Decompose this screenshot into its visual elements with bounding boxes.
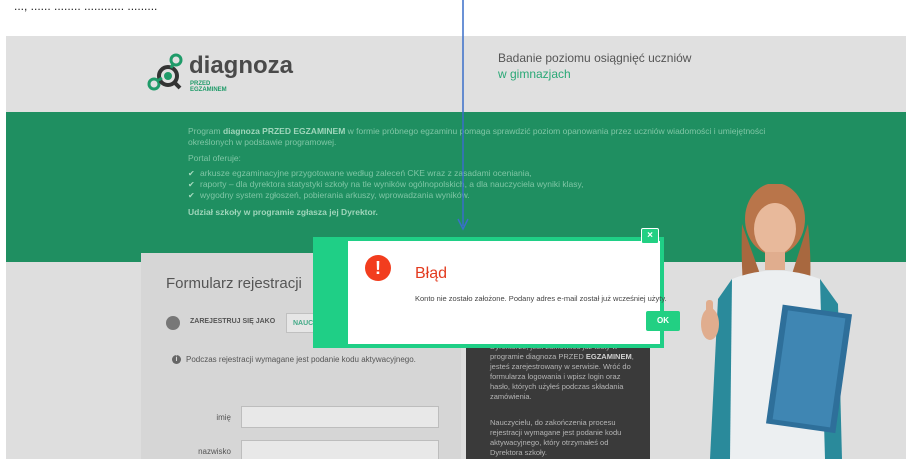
last-name-label: nazwisko <box>198 447 231 456</box>
first-name-label: imię <box>216 413 231 422</box>
info-icon: i <box>172 355 181 364</box>
error-dialog: ! Błąd Konto nie zostało założone. Podan… <box>313 237 680 348</box>
activation-info-text: Podczas rejestracji wymagane jest podani… <box>186 355 416 364</box>
close-icon[interactable]: × <box>641 228 659 244</box>
activation-info: i Podczas rejestracji wymagane jest poda… <box>172 355 426 365</box>
last-name-field[interactable] <box>241 440 439 459</box>
first-name-field[interactable] <box>241 406 439 428</box>
exclamation-icon: ! <box>365 255 391 281</box>
ok-button[interactable]: OK <box>646 311 680 331</box>
annotation-arrow <box>457 0 469 231</box>
side-panel-para1: Dyrektorze, jeśli zamówiłeś już testy w … <box>490 342 640 402</box>
error-dialog-body: ! Błąd Konto nie zostało założone. Podan… <box>348 241 680 344</box>
side-panel-para2: Nauczycielu, do zakończenia procesu reje… <box>490 418 622 457</box>
error-title: Błąd <box>415 265 448 282</box>
user-icon <box>166 316 180 330</box>
error-message: Konto nie zostało założone. Podany adres… <box>415 294 667 303</box>
register-as-label: ZAREJESTRUJ SIĘ JAKO <box>190 318 276 325</box>
info-side-panel: Dyrektorze, jeśli zamówiłeś już testy w … <box>466 336 650 459</box>
side-panel-para1-bold: EGZAMINEM <box>585 352 632 361</box>
form-title: Formularz rejestracji <box>166 275 302 292</box>
